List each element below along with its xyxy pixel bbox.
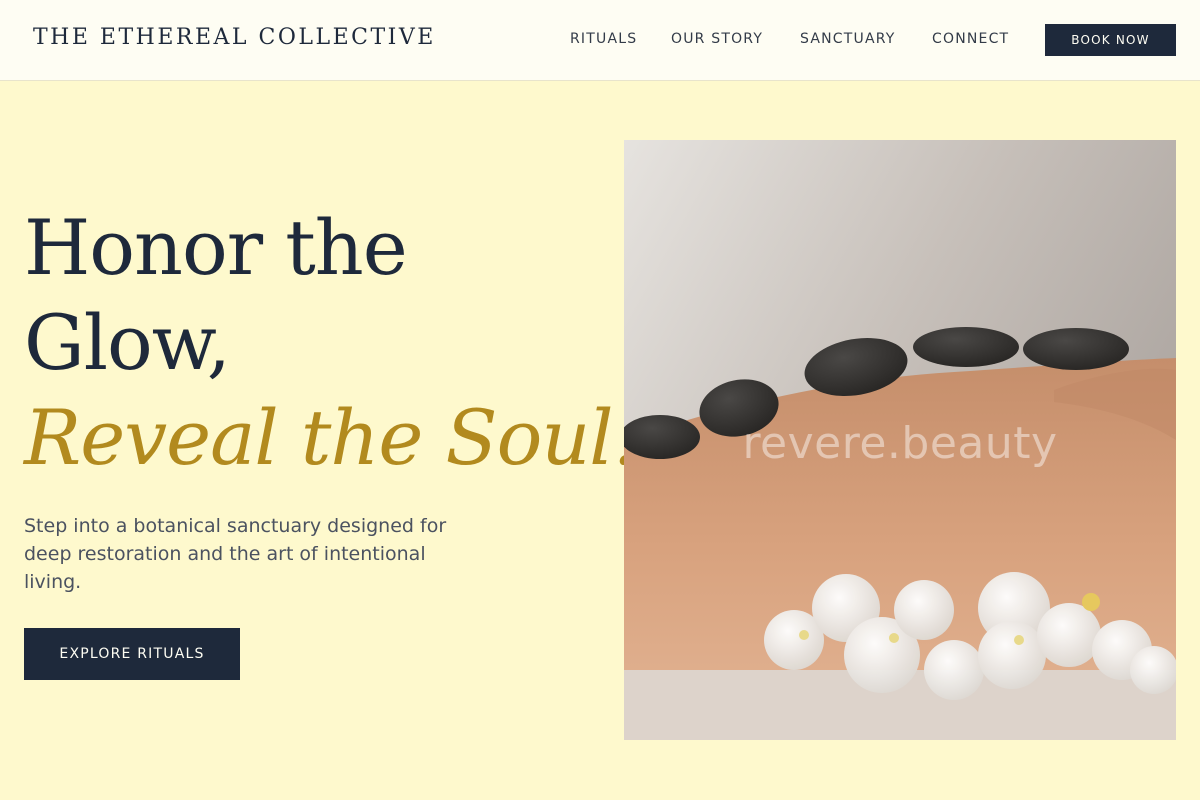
headline-line-1: Honor the: [24, 203, 408, 292]
hero-headline: Honor the Glow, Reveal the Soul.: [24, 200, 637, 485]
nav-link-rituals[interactable]: RITUALS: [570, 31, 637, 47]
site-header: THE ETHEREAL COLLECTIVE RITUALS OUR STOR…: [0, 0, 1200, 81]
nav-link-sanctuary[interactable]: SANCTUARY: [800, 31, 896, 47]
image-watermark: revere.beauty: [742, 418, 1058, 469]
nav-link-our-story[interactable]: OUR STORY: [671, 31, 763, 47]
explore-rituals-button[interactable]: EXPLORE RITUALS: [24, 628, 240, 680]
brand-logo[interactable]: THE ETHEREAL COLLECTIVE: [33, 25, 436, 50]
book-now-button[interactable]: BOOK NOW: [1045, 24, 1176, 56]
hero-image-spa-massage: revere.beauty: [624, 140, 1176, 740]
hero-subtext: Step into a botanical sanctuary designed…: [24, 515, 447, 593]
headline-line-2: Glow,: [24, 298, 231, 387]
nav-link-connect[interactable]: CONNECT: [932, 31, 1009, 47]
headline-accent: Reveal the Soul.: [24, 393, 637, 482]
